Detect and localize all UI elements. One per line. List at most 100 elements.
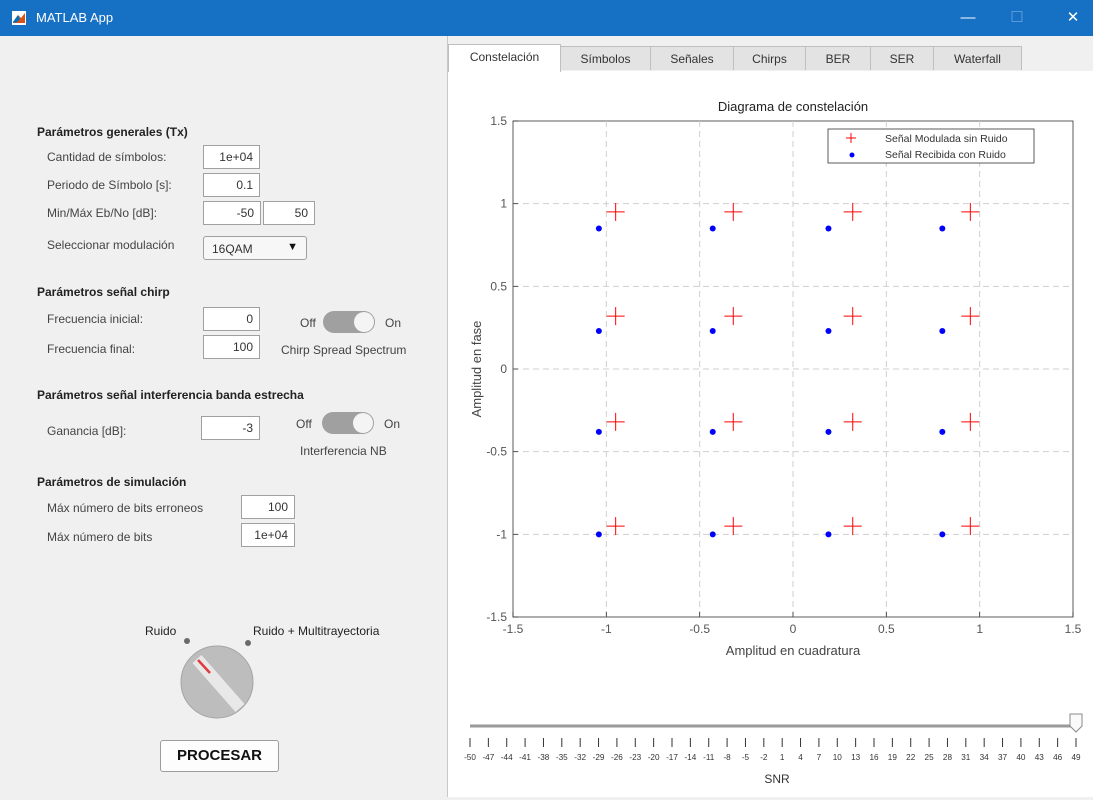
switch-knob[interactable]: [353, 413, 373, 433]
modulation-dropdown[interactable]: 16QAM ▼: [203, 236, 307, 260]
tab-ber[interactable]: BER: [805, 46, 871, 70]
y-tick-label: 0: [500, 362, 507, 376]
window-title: MATLAB App: [36, 10, 114, 25]
tab-waterfall[interactable]: Waterfall: [933, 46, 1022, 70]
x-tick-label: 0.5: [878, 622, 895, 636]
slider-tick-label: 22: [906, 753, 916, 762]
f0-field[interactable]: 0: [203, 307, 260, 331]
slider-tick-label: -35: [556, 753, 568, 762]
close-button[interactable]: ✕: [1061, 6, 1085, 30]
slider-tick-label: -2: [760, 753, 768, 762]
data-point-dot: [825, 225, 832, 232]
symbols-label: Cantidad de símbolos:: [47, 150, 167, 164]
general-params-heading: Parámetros generales (Tx): [37, 125, 188, 139]
data-point-dot: [939, 531, 946, 538]
data-point-dot: [595, 225, 602, 232]
data-point-dot: [595, 428, 602, 435]
x-tick-label: 1.5: [1065, 622, 1082, 636]
chirp-params-heading: Parámetros señal chirp: [37, 285, 170, 299]
tab-bar: Constelación Símbolos Señales Chirps BER…: [448, 44, 1093, 72]
x-tick-label: -1.5: [503, 622, 524, 636]
slider-thumb[interactable]: [1069, 713, 1083, 733]
slider-tick-label: -38: [538, 753, 550, 762]
knob-position-dot: [245, 640, 251, 646]
y-tick-label: 0.5: [490, 279, 507, 293]
chirp-switch-on-label: On: [385, 316, 402, 330]
matlab-logo-icon: [12, 11, 26, 25]
max-errors-field[interactable]: 100: [241, 495, 295, 519]
modulation-label: Seleccionar modulación: [47, 238, 175, 252]
ebno-min-field[interactable]: -50: [203, 201, 261, 225]
data-point-dot: [709, 225, 716, 232]
slider-tick-label: 4: [798, 753, 803, 762]
period-field[interactable]: 0.1: [203, 173, 260, 197]
slider-tick-label: 37: [998, 753, 1008, 762]
data-point-dot: [939, 327, 946, 334]
f0-label: Frecuencia inicial:: [47, 312, 144, 326]
gain-field[interactable]: -3: [201, 416, 260, 440]
chart-title: Diagrama de constelación: [718, 99, 868, 114]
slider-tick-label: -41: [519, 753, 531, 762]
slider-tick-label: 28: [943, 753, 953, 762]
data-point-dot: [595, 531, 602, 538]
tab-simbolos[interactable]: Símbolos: [560, 46, 651, 70]
chirp-switch[interactable]: [323, 311, 375, 333]
slider-tick-label: 1: [780, 753, 785, 762]
slider-tick-label: 16: [869, 753, 879, 762]
data-point-dot: [825, 428, 832, 435]
slider-tick-label: -11: [703, 753, 715, 762]
slider-tick-label: 13: [851, 753, 861, 762]
tab-ser[interactable]: SER: [870, 46, 934, 70]
legend: Señal Modulada sin Ruido Señal Recibida …: [827, 128, 1035, 164]
legend-marker-dot: [849, 152, 855, 158]
slider-tick-label: -32: [574, 753, 586, 762]
maximize-button[interactable]: ☐: [1005, 6, 1029, 30]
data-point-dot: [825, 327, 832, 334]
process-button[interactable]: PROCESAR: [160, 740, 279, 772]
data-point-dot: [709, 428, 716, 435]
data-point-dot: [939, 428, 946, 435]
y-tick-label: 1: [500, 197, 507, 211]
slider-tick-label: 34: [980, 753, 990, 762]
max-errors-label: Máx número de bits erroneos: [47, 501, 204, 515]
data-point-dot: [595, 327, 602, 334]
interference-params-heading: Parámetros señal interferencia banda est…: [37, 388, 304, 402]
data-point-dot: [709, 531, 716, 538]
slider-tick-label: -26: [611, 753, 623, 762]
minimize-button[interactable]: —: [956, 6, 980, 30]
y-tick-label: 1.5: [490, 114, 507, 128]
modulation-value: 16QAM: [212, 242, 253, 256]
f1-label: Frecuencia final:: [47, 342, 136, 356]
results-panel: Constelación Símbolos Señales Chirps BER…: [448, 36, 1093, 797]
slider-tick-label: 19: [888, 753, 898, 762]
symbols-field[interactable]: 1e+04: [203, 145, 260, 169]
constellation-chart: Diagrama de constelación -1.5 -1 -0.5 0 0.5 1…: [464, 99, 1083, 786]
data-point-dot: [825, 531, 832, 538]
ebno-max-field[interactable]: 50: [263, 201, 315, 225]
tab-senales[interactable]: Señales: [650, 46, 734, 70]
snr-slider[interactable]: -50 -47 -44 -41 -38 -35 -32 -29 -26 -23 -20 -17 -14-…: [464, 713, 1083, 762]
nb-switch-caption: Interferencia NB: [300, 444, 387, 458]
noise-mode-knob[interactable]: [170, 631, 260, 721]
slider-tick-label: -17: [666, 753, 678, 762]
x-tick-label: -1: [601, 622, 612, 636]
parameters-panel: Parámetros generales (Tx) Cantidad de sí…: [0, 36, 448, 797]
slider-tick-label: -8: [723, 753, 731, 762]
slider-tick-label: -50: [464, 753, 476, 762]
tab-constelacion[interactable]: Constelación: [448, 44, 561, 72]
slider-tick-label: -44: [501, 753, 513, 762]
tab-chirps[interactable]: Chirps: [733, 46, 806, 70]
y-tick-label: -1.5: [486, 610, 507, 624]
slider-tick-label: -47: [482, 753, 494, 762]
legend-entry-2: Señal Recibida con Ruido: [885, 149, 1006, 161]
switch-knob[interactable]: [354, 312, 374, 332]
chirp-switch-off-label: Off: [300, 316, 316, 330]
nb-switch[interactable]: [322, 412, 374, 434]
chirp-switch-caption: Chirp Spread Spectrum: [281, 343, 407, 357]
max-bits-field[interactable]: 1e+04: [241, 523, 295, 547]
slider-tick-label: -14: [684, 753, 696, 762]
simulation-params-heading: Parámetros de simulación: [37, 475, 187, 489]
slider-tick-label: 31: [961, 753, 971, 762]
title-bar: MATLAB App — ☐ ✕: [0, 0, 1093, 36]
f1-field[interactable]: 100: [203, 335, 260, 359]
